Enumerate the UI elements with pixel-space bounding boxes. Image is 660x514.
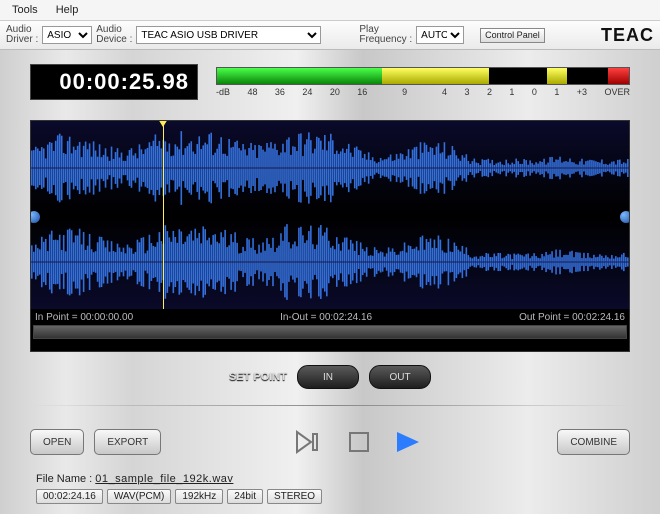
audio-device-label: Audio Device :: [96, 25, 132, 45]
export-button[interactable]: EXPORT: [94, 429, 161, 455]
audio-device-select[interactable]: TEAC ASIO USB DRIVER: [136, 26, 321, 44]
file-name-label: File Name :: [36, 473, 95, 485]
set-out-button[interactable]: OUT: [369, 365, 431, 389]
waveform-panel: + − In Point = 00:00:00.00 In-Out = 00:0…: [30, 120, 630, 352]
bitdepth-badge: 24bit: [227, 489, 263, 504]
menu-tools[interactable]: Tools: [4, 2, 46, 18]
samplerate-badge: 192kHz: [175, 489, 223, 504]
waveform-scrollbar[interactable]: [33, 325, 627, 339]
meter-db-label: -dB: [216, 87, 230, 97]
codec-badge: WAV(PCM): [107, 489, 172, 504]
waveform-svg: [31, 121, 629, 309]
file-name: 01_sample_file_192k.wav: [95, 473, 233, 485]
separator: [30, 405, 630, 406]
level-meter: [216, 67, 630, 85]
control-panel-button[interactable]: Control Panel: [480, 28, 545, 43]
stop-icon[interactable]: [344, 429, 374, 455]
play-frequency-select[interactable]: AUTO: [416, 26, 464, 44]
audio-driver-label: Audio Driver :: [6, 25, 38, 45]
channels-badge: STEREO: [267, 489, 322, 504]
set-point-label: SET POINT: [229, 371, 287, 383]
playhead-cursor[interactable]: [163, 121, 164, 309]
waveform-area[interactable]: + −: [31, 121, 629, 309]
play-icon[interactable]: [394, 429, 424, 455]
audio-driver-select[interactable]: ASIO: [42, 26, 92, 44]
in-point-readout: In Point = 00:00:00.00: [35, 312, 133, 323]
play-pause-icon[interactable]: [294, 429, 324, 455]
open-button[interactable]: OPEN: [30, 429, 84, 455]
menu-help[interactable]: Help: [48, 2, 87, 18]
out-point-handle[interactable]: [620, 211, 629, 223]
in-out-readout: In-Out = 00:02:24.16: [280, 312, 372, 323]
waveform-scroll-thumb[interactable]: [34, 326, 626, 338]
timecode-display: 00:00:25.98: [30, 64, 198, 100]
out-point-readout: Out Point = 00:02:24.16: [519, 312, 625, 323]
combine-button[interactable]: COMBINE: [557, 429, 630, 455]
play-frequency-label: Play Frequency :: [359, 25, 412, 45]
duration-badge: 00:02:24.16: [36, 489, 103, 504]
brand-logo: TEAC: [601, 25, 654, 46]
set-in-button[interactable]: IN: [297, 365, 359, 389]
